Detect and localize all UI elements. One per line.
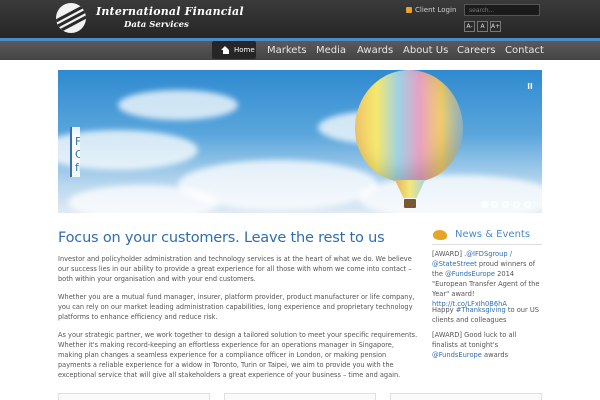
slider-dot-1[interactable]: [481, 201, 488, 208]
balloon-basket: [404, 199, 416, 208]
lock-icon: [406, 7, 412, 13]
font-size-normal-button[interactable]: A: [477, 21, 488, 32]
tweet-text: [AWARD] Good luck to all finalists at to…: [432, 331, 517, 349]
tweet-2: Happy #Thanksgiving to our US clients an…: [432, 305, 544, 325]
nav-home[interactable]: Home: [212, 41, 256, 59]
intro-paragraph-3: As your strategic partner, we work toget…: [58, 331, 418, 379]
tweet-text: [AWARD]: [432, 250, 465, 258]
tweet-link-fundseurope[interactable]: @FundsEurope: [445, 270, 495, 278]
tweet-link-thanksgiving[interactable]: #Thanksgiving: [456, 306, 506, 314]
slider-dot-5[interactable]: [524, 201, 531, 208]
feature-card[interactable]: [390, 393, 542, 400]
globe-logo-icon: [56, 3, 86, 33]
news-events-title: News & Events: [455, 229, 531, 240]
nav-awards[interactable]: Awards: [357, 41, 393, 60]
feature-card[interactable]: [224, 393, 376, 400]
nav-home-label: Home: [234, 46, 255, 54]
logo-name: International Financial: [96, 5, 244, 18]
slider-dot-2[interactable]: [491, 201, 498, 208]
intro-paragraph-2: Whether you are a mutual fund manager, i…: [58, 293, 415, 321]
tweet-3: [AWARD] Good luck to all finalists at to…: [432, 330, 544, 360]
nav-about-us[interactable]: About Us: [403, 41, 448, 60]
hero-caption-panel: F C fr: [70, 127, 80, 177]
nav-contact[interactable]: Contact: [505, 41, 544, 60]
cloud: [68, 185, 218, 213]
hot-air-balloon: [355, 70, 463, 182]
intro-paragraph-1: Investor and policyholder administration…: [58, 255, 412, 283]
feature-card[interactable]: [58, 393, 210, 400]
tweet-text: awards: [481, 351, 509, 359]
company-logo[interactable]: International Financial Data Services: [56, 3, 244, 35]
nav-markets[interactable]: Markets: [267, 41, 307, 60]
cloud: [118, 90, 238, 120]
page-headline: Focus on your customers. Leave the rest …: [58, 230, 385, 246]
tweet-1: [AWARD] .@IFDSgroup / @StateStreet proud…: [432, 249, 544, 309]
twitter-bird-icon: [433, 230, 447, 240]
font-size-increase-button[interactable]: A+: [490, 21, 501, 32]
nav-careers[interactable]: Careers: [457, 41, 496, 60]
logo-subtitle: Data Services: [124, 20, 189, 30]
tweet-text: Happy: [432, 306, 456, 314]
slider-pause-button[interactable]: ll: [524, 80, 536, 94]
client-login-link[interactable]: Client Login: [406, 6, 456, 14]
hero-slider: [58, 70, 542, 213]
nav-media[interactable]: Media: [316, 41, 346, 60]
search-input[interactable]: [464, 4, 540, 16]
slider-dot-3[interactable]: [502, 201, 509, 208]
tweet-link-fundseurope[interactable]: @FundsEurope: [432, 351, 482, 359]
font-size-decrease-button[interactable]: A-: [464, 21, 475, 32]
sidebar-divider: [432, 244, 542, 245]
home-icon: [221, 46, 230, 54]
client-login-label: Client Login: [415, 6, 457, 14]
slider-dot-4[interactable]: [513, 201, 520, 208]
